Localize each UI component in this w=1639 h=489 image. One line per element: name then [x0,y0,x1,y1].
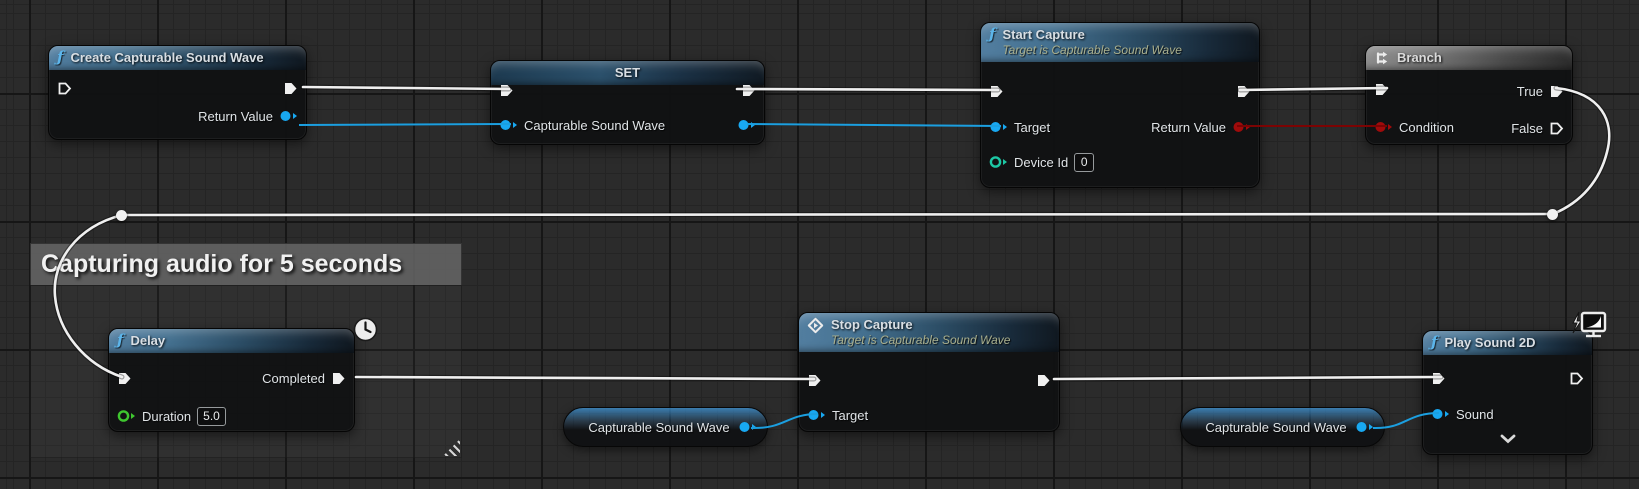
exec-in-pin[interactable] [499,83,514,98]
sound-pin[interactable] [1431,407,1450,421]
exec-in-pin[interactable] [1374,82,1389,97]
node-title: Branch [1397,49,1442,66]
exec-out-pin[interactable] [1569,371,1584,386]
getter-capturable-sound-wave[interactable]: Capturable Sound Wave [563,407,768,447]
function-icon: ƒ [989,26,995,42]
chevron-down-icon [1499,434,1517,444]
reroute-node[interactable] [116,210,127,221]
pin-label: True [1517,84,1543,99]
target-function-diamond-icon [807,317,824,334]
pin-label: Target [1014,120,1050,135]
node-title: Create Capturable Sound Wave [70,49,263,66]
node-title: Stop Capture [831,316,1010,333]
exec-in-pin[interactable] [117,371,132,386]
variable-label: Capturable Sound Wave [580,420,738,435]
variable-out-pin[interactable] [1355,420,1374,434]
node-header: ƒ Start Capture Target is Capturable Sou… [981,23,1259,62]
node-header: ƒ Create Capturable Sound Wave [49,46,306,70]
return-value-pin[interactable] [279,109,298,123]
wire-exec-stop-to-play [1054,377,1441,379]
client-only-monitor-icon [1566,310,1608,351]
wire-set-to-target [747,124,1001,126]
node-create-capturable-sound-wave[interactable]: ƒ Create Capturable Sound Wave Return Va… [48,45,307,140]
condition-pin[interactable] [1374,120,1393,134]
getter-capturable-sound-wave[interactable]: Capturable Sound Wave [1180,407,1385,447]
blueprint-graph-canvas[interactable]: Capturing audio for 5 seconds [0,0,1639,489]
comment-text: Capturing audio for 5 seconds [41,250,402,279]
pin-label: Device Id [1014,155,1068,170]
completed-exec-pin[interactable] [331,371,346,386]
comment-header[interactable]: Capturing audio for 5 seconds [30,243,462,285]
node-header: ƒ Delay [109,329,354,353]
node-title: Delay [130,332,165,349]
wire-exec-set-to-start [737,89,998,90]
node-stop-capture[interactable]: Stop Capture Target is Capturable Sound … [798,312,1060,432]
exec-in-pin[interactable] [57,81,72,96]
clock-icon [352,316,379,346]
pin-label: Condition [1399,120,1454,135]
duration-pin[interactable] [117,409,136,423]
device-id-input[interactable]: 0 [1074,153,1094,172]
reroute-node[interactable] [1547,209,1558,220]
node-branch[interactable]: Branch True Condition False [1365,45,1573,145]
node-play-sound-2d[interactable]: ƒ Play Sound 2D Soun [1422,330,1593,455]
pin-label: Completed [262,371,325,386]
node-subtitle: Target is Capturable Sound Wave [1002,43,1181,58]
node-title: Start Capture [1002,26,1181,43]
node-header: SET [491,61,764,85]
expand-node-button[interactable] [1423,434,1592,444]
node-delay[interactable]: ƒ Delay Completed Duration [108,328,355,432]
branch-icon [1374,50,1390,66]
pin-label: Capturable Sound Wave [524,118,665,133]
exec-in-pin[interactable] [807,373,822,388]
false-exec-pin[interactable] [1549,121,1564,136]
function-icon: ƒ [1431,334,1437,350]
pin-label: Return Value [1151,120,1226,135]
pin-label: False [1511,121,1543,136]
node-title: Play Sound 2D [1444,334,1535,351]
variable-in-pin[interactable] [499,118,518,132]
node-subtitle: Target is Capturable Sound Wave [831,333,1010,348]
variable-out-pin[interactable] [737,118,756,132]
return-value-pin[interactable] [1232,120,1251,134]
node-set-capturable-sound-wave[interactable]: SET Capturable Sound Wave [490,60,765,145]
pin-label: Duration [142,409,191,424]
pin-label: Return Value [198,109,273,124]
variable-out-pin[interactable] [738,420,757,434]
exec-out-pin[interactable] [741,83,756,98]
function-icon: ƒ [117,332,123,348]
node-header: Branch [1366,46,1572,70]
device-id-pin[interactable] [989,155,1008,169]
target-pin[interactable] [989,120,1008,134]
exec-in-pin[interactable] [989,84,1004,99]
node-start-capture[interactable]: ƒ Start Capture Target is Capturable Sou… [980,22,1260,188]
exec-out-pin[interactable] [1236,84,1251,99]
comment-resize-handle[interactable] [443,439,460,456]
exec-in-pin[interactable] [1431,371,1446,386]
variable-label: Capturable Sound Wave [1197,420,1355,435]
node-header: Stop Capture Target is Capturable Sound … [799,313,1059,352]
node-title: SET [499,64,756,81]
exec-out-pin[interactable] [283,81,298,96]
pin-label: Sound [1456,407,1494,422]
wire-return-to-set [299,124,511,125]
pin-label: Target [832,408,868,423]
target-pin[interactable] [807,408,826,422]
function-icon: ƒ [57,49,63,65]
exec-out-pin[interactable] [1036,373,1051,388]
duration-input[interactable]: 5.0 [197,407,226,426]
wire-exec-create-to-set [303,87,509,89]
true-exec-pin[interactable] [1549,84,1564,99]
